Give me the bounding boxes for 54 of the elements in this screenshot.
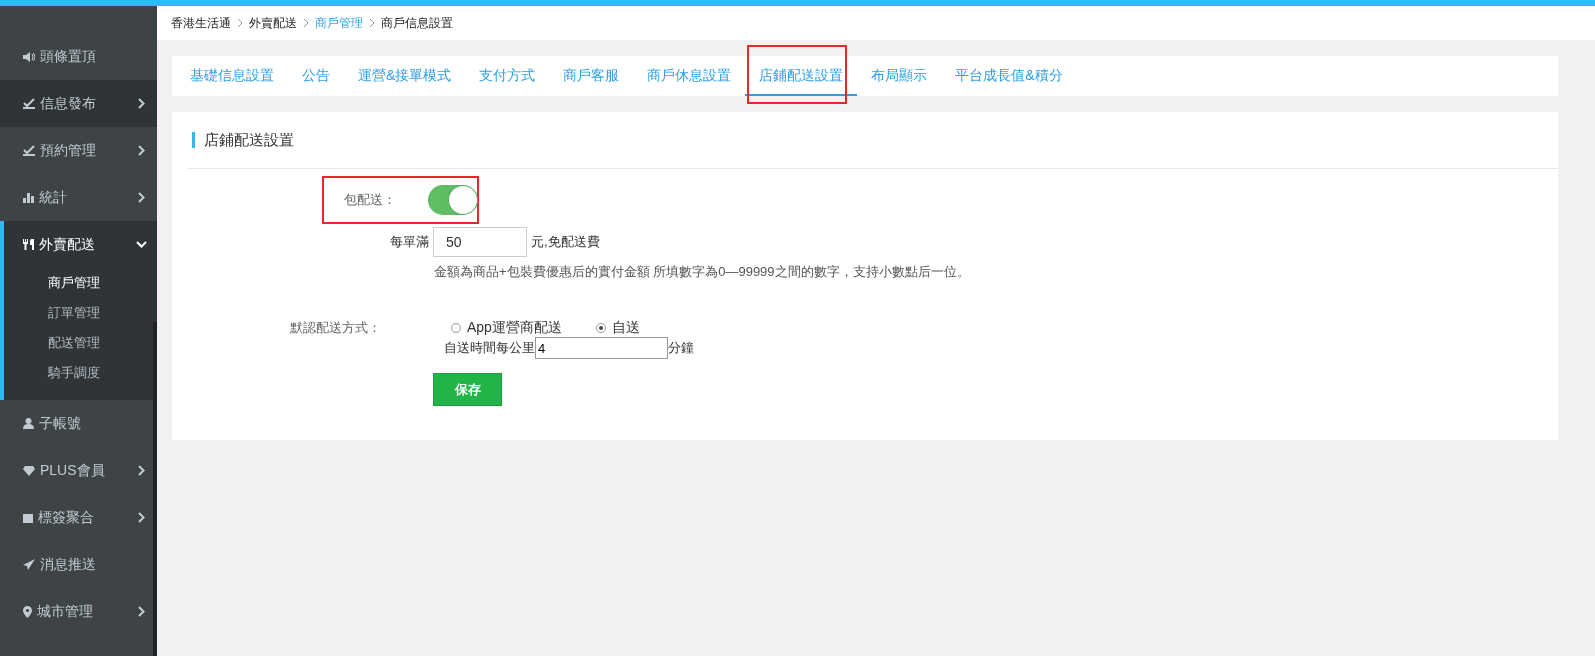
check-tray-icon (23, 145, 35, 156)
check-tray-icon (23, 98, 35, 109)
radio-option[interactable]: 自送 (595, 319, 640, 337)
fork-knife-icon (23, 239, 34, 250)
breadcrumb-item[interactable]: 外賣配送 (249, 14, 297, 32)
chevron-down-icon (135, 241, 147, 248)
section-title: 店鋪配送設置 (204, 130, 294, 150)
radio-button[interactable] (595, 323, 606, 333)
breadcrumb-item[interactable]: 商戶信息設置 (381, 14, 453, 32)
radio-label: 自送 (611, 319, 640, 337)
sidebar-item[interactable]: 城市管理 (0, 588, 157, 635)
speaker-icon (23, 51, 35, 62)
sidebar-item[interactable]: 信息發布 (0, 80, 157, 127)
chevron-right-icon (369, 18, 375, 28)
chevron-right-icon (137, 98, 145, 109)
chevron-right-icon (137, 465, 145, 476)
user-icon (23, 418, 34, 429)
sidebar-item[interactable]: PLUS會員 (0, 447, 157, 494)
chevron-right-icon (303, 18, 309, 28)
chevron-right-icon (137, 512, 145, 523)
submenu-item[interactable]: 訂單管理 (4, 298, 157, 328)
bar-chart-icon (23, 192, 34, 203)
title-accent-bar (192, 132, 195, 148)
sidebar-item[interactable]: 子帳號 (0, 400, 157, 447)
tag-icon (23, 512, 33, 523)
input-field[interactable]: 4 (535, 337, 668, 359)
submenu-item[interactable]: 配送管理 (4, 328, 157, 358)
field-suffix: 分鐘 (668, 339, 694, 357)
sidebar-item[interactable]: 標簽聚合 (0, 494, 157, 541)
help-text: 金額為商品+包裝費優惠后的實付金額 所填數字為0—99999之間的數字，支持小數點后一位。 (434, 263, 971, 281)
chevron-right-icon (137, 192, 145, 203)
scrollbar[interactable] (153, 322, 157, 656)
input-field[interactable]: 50 (433, 227, 527, 257)
field-label: 自送時間每公里 (444, 339, 535, 357)
diamond-icon (23, 465, 35, 476)
submenu-item[interactable]: 騎手調度 (4, 358, 157, 388)
chevron-right-icon (137, 145, 145, 156)
sidebar-item[interactable]: 消息推送 (0, 541, 157, 588)
field-label: 默認配送方式： (290, 319, 382, 337)
submenu-item[interactable]: 商戶管理 (4, 268, 157, 298)
chevron-right-icon (137, 606, 145, 617)
field-label: 每單滿 (390, 233, 429, 251)
breadcrumb-item[interactable]: 香港生活通 (171, 14, 231, 32)
location-pin-icon (23, 605, 32, 618)
radio-button[interactable] (451, 323, 461, 333)
field-suffix: 元,免配送費 (531, 233, 600, 251)
sidebar-item[interactable]: 預約管理 (0, 127, 157, 174)
sidebar-item[interactable]: 外賣配送 (4, 221, 157, 268)
field-label: 包配送： (344, 191, 397, 209)
send-icon (23, 559, 35, 570)
toggle-switch[interactable] (428, 185, 478, 215)
chevron-right-icon (237, 18, 243, 28)
sidebar-item[interactable]: 統計 (0, 174, 157, 221)
sidebar-item[interactable]: 頭條置頂 (0, 33, 157, 80)
